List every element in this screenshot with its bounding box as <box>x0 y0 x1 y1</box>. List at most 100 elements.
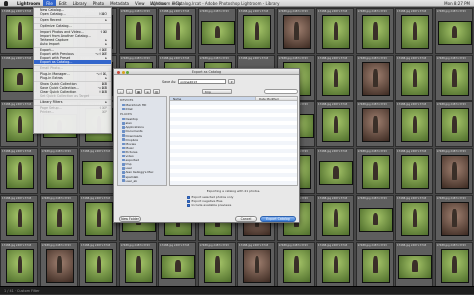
thumbnail-cell[interactable]: 17488.jpg 2487×3743 <box>197 8 236 54</box>
photo-thumbnail[interactable] <box>322 15 350 49</box>
photo-thumbnail[interactable] <box>6 201 34 236</box>
thumbnail-cell[interactable]: 17488.jpg 2487×3743 <box>316 54 354 101</box>
folder-popup[interactable]: tmp <box>202 88 232 94</box>
file-menu-item[interactable]: Auto Import ▸ <box>34 42 111 46</box>
photo-thumbnail[interactable] <box>401 61 429 96</box>
thumbnail-cell[interactable]: 17488.jpg 2487×3743 <box>0 241 38 288</box>
thumbnail-cell[interactable]: 17488.jpg 2487×3743 <box>118 241 157 288</box>
thumbnail-cell[interactable]: 17488.jpg 2487×3743 <box>316 101 354 148</box>
thumbnail-cell[interactable]: 17488.jpg 2487×3743 <box>276 241 315 288</box>
photo-thumbnail[interactable] <box>243 248 271 283</box>
save-as-input[interactable] <box>178 79 227 84</box>
thumbnail-cell[interactable]: 17488.jpg 2487×3743 <box>355 101 394 148</box>
photo-thumbnail[interactable] <box>440 155 469 190</box>
thumbnail-cell[interactable]: 17488.jpg 2487×3743 <box>434 8 473 54</box>
thumbnail-cell[interactable]: 17488.jpg 2487×3743 <box>395 148 433 195</box>
photo-thumbnail[interactable] <box>361 61 390 96</box>
thumbnail-cell[interactable]: 17488.jpg 2487×3743 <box>276 8 315 54</box>
thumbnail-cell[interactable]: 17488.jpg 2487×3743 <box>395 241 433 288</box>
back-button[interactable]: ‹ <box>117 88 124 94</box>
cancel-button[interactable]: Cancel <box>235 216 257 222</box>
thumbnail-cell[interactable]: 17488.jpg 2487×3743 <box>79 194 117 241</box>
thumbnail-cell[interactable]: 17488.jpg 2487×3743 <box>355 241 394 288</box>
photo-thumbnail[interactable] <box>361 248 390 283</box>
thumbnail-cell[interactable]: 17488.jpg 2487×3743 <box>395 8 433 54</box>
photo-thumbnail[interactable] <box>358 207 393 232</box>
menu-file[interactable]: File <box>43 0 56 6</box>
list-view-button[interactable]: ≡ <box>144 88 151 94</box>
sidebar-item[interactable]: user_ak <box>118 179 166 183</box>
photo-thumbnail[interactable] <box>124 248 153 283</box>
thumbnail-cell[interactable]: 17488.jpg 2487×3743 <box>197 241 236 288</box>
photo-thumbnail[interactable] <box>401 155 429 190</box>
expand-dialog-button[interactable]: ▾ <box>228 79 236 84</box>
photo-thumbnail[interactable] <box>124 15 153 49</box>
checkbox-icon[interactable] <box>187 203 190 207</box>
thumbnail-cell[interactable]: 17488.jpg 2487×3743 <box>39 148 78 195</box>
photo-thumbnail[interactable] <box>82 161 116 186</box>
photo-thumbnail[interactable] <box>322 61 350 96</box>
export-option-checkbox[interactable]: Include available previews <box>187 203 298 207</box>
photo-thumbnail[interactable] <box>3 67 37 92</box>
thumbnail-cell[interactable]: 17488.jpg 2487×3743 <box>395 54 433 101</box>
photo-thumbnail[interactable] <box>440 248 469 283</box>
checkbox-icon[interactable] <box>187 195 190 199</box>
thumbnail-cell[interactable]: 17488.jpg 2487×3743 <box>395 194 433 241</box>
file-menu-item[interactable]: Library Filters ▸ <box>34 100 111 104</box>
menu-library[interactable]: Library <box>70 0 90 6</box>
menu-edit[interactable]: Edit <box>56 0 70 6</box>
photo-thumbnail[interactable] <box>322 108 350 143</box>
photo-thumbnail[interactable] <box>6 108 34 143</box>
photo-thumbnail[interactable] <box>361 15 390 49</box>
thumbnail-cell[interactable]: 17488.jpg 2487×3743 <box>316 148 354 195</box>
apple-icon[interactable] <box>4 1 8 6</box>
thumbnail-cell[interactable]: 17488.jpg 2487×3743 <box>237 8 275 54</box>
file-menu-item[interactable]: Open Recent ▸ <box>34 18 111 22</box>
thumbnail-cell[interactable]: 17488.jpg 2487×3743 <box>39 194 78 241</box>
photo-thumbnail[interactable] <box>85 201 113 236</box>
menu-metadata[interactable]: Metadata <box>107 0 132 6</box>
thumbnail-cell[interactable]: 17488.jpg 2487×3743 <box>355 148 394 195</box>
thumbnail-cell[interactable]: 17488.jpg 2487×3743 <box>39 241 78 288</box>
thumbnail-cell[interactable]: 17488.jpg 2487×3743 <box>434 148 473 195</box>
menu-photo[interactable]: Photo <box>90 0 107 6</box>
thumbnail-cell[interactable]: 17488.jpg 2487×3743 <box>316 194 354 241</box>
thumbnail-cell[interactable]: 17488.jpg 2487×3743 <box>434 194 473 241</box>
search-input[interactable] <box>264 88 298 94</box>
photo-thumbnail[interactable] <box>361 108 390 143</box>
date-column-header[interactable]: Date Modified <box>256 97 279 101</box>
thumbnail-cell[interactable]: 17488.jpg 2487×3743 <box>434 101 473 148</box>
photo-thumbnail[interactable] <box>45 155 74 190</box>
minimize-window-icon[interactable] <box>121 70 125 74</box>
photo-thumbnail[interactable] <box>401 108 429 143</box>
file-list[interactable]: Name Date Modified <box>169 96 298 186</box>
export-catalog-button[interactable]: Export Catalog <box>260 216 296 222</box>
file-menu-item[interactable]: Plug-in Extras ▸ <box>34 76 111 80</box>
icon-view-button[interactable]: ▦ <box>135 88 142 94</box>
thumbnail-cell[interactable]: 17488.jpg 2487×3743 <box>355 54 394 101</box>
photo-thumbnail[interactable] <box>164 15 192 49</box>
thumbnail-cell[interactable]: 17488.jpg 2487×3743 <box>355 8 394 54</box>
menu-view[interactable]: View <box>132 0 148 6</box>
thumbnail-cell[interactable]: 17488.jpg 2487×3743 <box>118 8 157 54</box>
thumbnail-cell[interactable]: 17488.jpg 2487×3743 <box>434 54 473 101</box>
photo-thumbnail[interactable] <box>6 248 34 283</box>
thumbnail-cell[interactable]: 17488.jpg 2487×3743 <box>0 148 38 195</box>
photo-thumbnail[interactable] <box>203 248 232 283</box>
zoom-window-icon[interactable] <box>126 70 129 74</box>
photo-thumbnail[interactable] <box>243 15 271 49</box>
photo-thumbnail[interactable] <box>322 201 350 236</box>
thumbnail-cell[interactable]: 17488.jpg 2487×3743 <box>158 241 196 288</box>
column-view-button[interactable]: ▥ <box>153 88 160 94</box>
photo-thumbnail[interactable] <box>401 15 429 49</box>
photo-thumbnail[interactable] <box>401 201 429 236</box>
photo-thumbnail[interactable] <box>45 201 74 236</box>
thumbnail-cell[interactable]: 17488.jpg 2487×3743 <box>79 148 117 195</box>
file-menu-item[interactable]: Optimize Catalog... <box>34 24 111 28</box>
thumbnail-cell[interactable]: 17488.jpg 2487×3743 <box>79 241 117 288</box>
file-menu-item[interactable]: Export as Catalog... <box>34 60 111 64</box>
thumbnail-cell[interactable]: 17488.jpg 2487×3743 <box>316 8 354 54</box>
thumbnail-cell[interactable]: 17488.jpg 2487×3743 <box>316 241 354 288</box>
photo-thumbnail[interactable] <box>440 201 469 236</box>
photo-thumbnail[interactable] <box>282 248 311 283</box>
